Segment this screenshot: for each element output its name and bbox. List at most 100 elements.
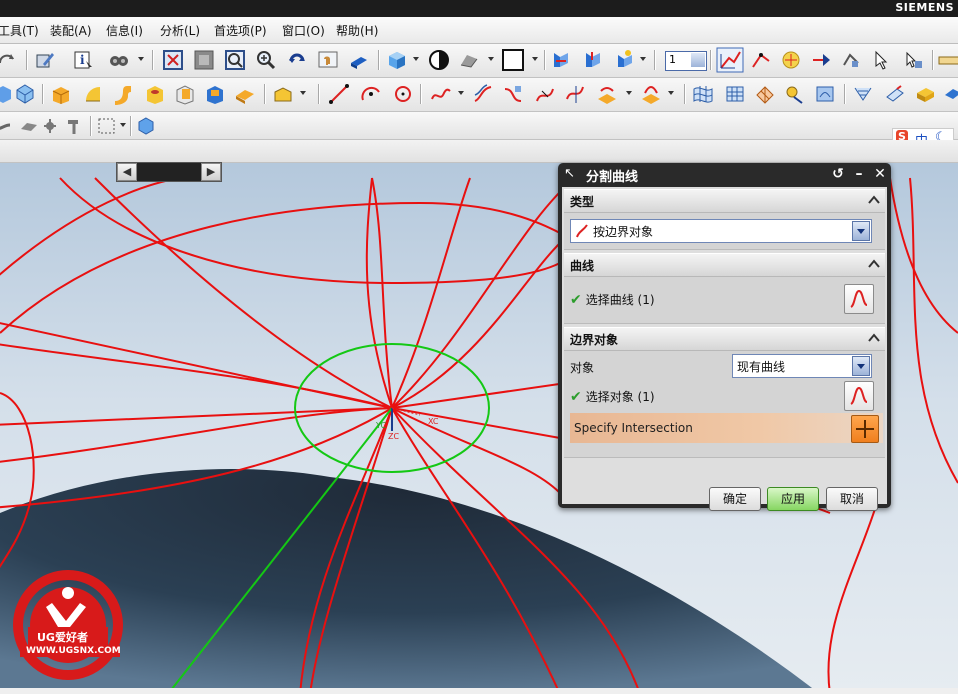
chevron-down-icon[interactable] bbox=[852, 356, 870, 376]
type-select[interactable]: 按边界对象 bbox=[570, 219, 872, 243]
view-slider[interactable]: ◀ ▶ bbox=[116, 162, 222, 182]
dropdown-arrow-icon[interactable] bbox=[488, 57, 494, 61]
close-icon[interactable]: ✕ bbox=[872, 166, 888, 182]
chevron-right-icon[interactable]: ▶ bbox=[201, 163, 221, 181]
background-icon[interactable] bbox=[428, 49, 450, 71]
menu-information[interactable]: 信息(I) bbox=[106, 22, 143, 39]
plus-icon[interactable] bbox=[851, 415, 879, 443]
chamfer-icon[interactable] bbox=[18, 115, 40, 137]
chevron-down-icon[interactable] bbox=[852, 221, 870, 241]
pocket-icon[interactable] bbox=[204, 83, 226, 105]
swept-surface-icon[interactable] bbox=[852, 83, 874, 105]
collapse-icon[interactable] bbox=[867, 193, 881, 207]
trimmed-sheet-icon[interactable] bbox=[942, 83, 958, 105]
collapse-icon[interactable] bbox=[867, 257, 881, 271]
menu-assembly[interactable]: 装配(A) bbox=[50, 22, 92, 39]
offset-curve-icon[interactable] bbox=[472, 83, 494, 105]
sweep-icon[interactable] bbox=[112, 83, 134, 105]
pan-icon[interactable] bbox=[317, 49, 339, 71]
chevron-left-icon[interactable]: ◀ bbox=[117, 163, 137, 181]
joint-icon[interactable] bbox=[40, 115, 62, 137]
section-type-header[interactable]: 类型 bbox=[564, 189, 885, 213]
reset-icon[interactable]: ↺ bbox=[830, 166, 846, 182]
grid-surface-icon[interactable] bbox=[724, 83, 746, 105]
zoom-icon[interactable] bbox=[255, 49, 277, 71]
rotate-icon[interactable] bbox=[286, 49, 308, 71]
point-on-curve-icon[interactable] bbox=[750, 49, 772, 71]
apply-button[interactable]: 应用 bbox=[767, 487, 819, 511]
revolve-icon[interactable] bbox=[82, 83, 104, 105]
section-boundary-header[interactable]: 边界对象 bbox=[564, 327, 885, 351]
dropdown-arrow-icon[interactable] bbox=[640, 57, 646, 61]
sphere-face-icon[interactable] bbox=[14, 83, 36, 105]
dropdown-arrow-icon[interactable] bbox=[626, 91, 632, 95]
minimize-icon[interactable]: – bbox=[851, 166, 867, 182]
select-object-button[interactable] bbox=[844, 381, 874, 411]
select-curve-active-icon[interactable] bbox=[716, 47, 744, 73]
dropdown-arrow-icon[interactable] bbox=[668, 91, 674, 95]
cancel-button[interactable]: 取消 bbox=[826, 487, 878, 511]
boss-icon[interactable] bbox=[174, 83, 196, 105]
shaded-block-icon[interactable] bbox=[348, 49, 370, 71]
thicken-icon[interactable] bbox=[914, 83, 936, 105]
arrow-pick-icon[interactable] bbox=[872, 49, 894, 71]
layer-select[interactable]: 1 bbox=[665, 51, 707, 71]
circle-icon[interactable] bbox=[392, 83, 414, 105]
section-view-icon[interactable] bbox=[458, 49, 480, 71]
dropdown-arrow-icon[interactable] bbox=[138, 57, 144, 61]
surface-mesh-icon[interactable] bbox=[692, 83, 714, 105]
body-filter-icon[interactable] bbox=[135, 115, 157, 137]
hammer-icon[interactable] bbox=[64, 115, 86, 137]
measure-distance-icon[interactable] bbox=[938, 49, 958, 71]
select-curve-row[interactable]: ✔ 选择曲线 (1) bbox=[570, 291, 655, 308]
ok-button[interactable]: 确定 bbox=[709, 487, 761, 511]
hole-icon[interactable] bbox=[144, 83, 166, 105]
collapse-icon[interactable] bbox=[867, 331, 881, 345]
select-object-row[interactable]: ✔ 选择对象 (1) bbox=[570, 388, 655, 405]
dialog-title-bar[interactable]: ↖ 分割曲线 ↺ – ✕ bbox=[558, 163, 891, 185]
wcs-rotate-icon[interactable] bbox=[582, 49, 604, 71]
binoculars-icon[interactable] bbox=[108, 49, 130, 71]
wcs-origin-icon[interactable] bbox=[550, 49, 572, 71]
wrap-curve-icon[interactable] bbox=[640, 83, 662, 105]
project-curve-icon[interactable] bbox=[596, 83, 618, 105]
rectangle-select-icon[interactable] bbox=[96, 115, 118, 137]
render-style-icon[interactable] bbox=[386, 49, 408, 71]
object-select[interactable]: 现有曲线 bbox=[732, 354, 872, 378]
zoom-window-icon[interactable] bbox=[224, 49, 246, 71]
menu-window[interactable]: 窗口(O) bbox=[282, 22, 325, 39]
extrude-icon[interactable] bbox=[50, 83, 72, 105]
n-sided-surface-icon[interactable] bbox=[784, 83, 806, 105]
pin-icon[interactable]: ↖ bbox=[564, 166, 575, 181]
divide-curve-icon[interactable] bbox=[534, 83, 556, 105]
menu-help[interactable]: 帮助(H) bbox=[336, 22, 378, 39]
arc-icon[interactable] bbox=[360, 83, 382, 105]
dropdown-arrow-icon[interactable] bbox=[458, 91, 464, 95]
menu-analysis[interactable]: 分析(L) bbox=[160, 22, 200, 39]
dropdown-arrow-icon[interactable] bbox=[532, 57, 538, 61]
face-blend-icon[interactable] bbox=[814, 83, 836, 105]
zoom-region-icon[interactable] bbox=[193, 49, 215, 71]
dropdown-arrow-icon[interactable] bbox=[300, 91, 306, 95]
fillet-icon[interactable] bbox=[0, 115, 16, 137]
information-icon[interactable]: i bbox=[72, 49, 94, 71]
unite-icon[interactable] bbox=[272, 83, 294, 105]
dropdown-arrow-icon[interactable] bbox=[120, 123, 126, 127]
dropdown-arrow-icon[interactable] bbox=[413, 57, 419, 61]
menu-tools[interactable]: 工具(T) bbox=[0, 22, 39, 39]
cube-icon[interactable] bbox=[0, 83, 14, 105]
section-curve-header[interactable]: 曲线 bbox=[564, 253, 885, 277]
pad-icon[interactable] bbox=[234, 83, 256, 105]
extension-icon[interactable] bbox=[884, 83, 906, 105]
wcs-dynamic-icon[interactable] bbox=[614, 49, 636, 71]
fit-view-icon[interactable] bbox=[162, 49, 184, 71]
specify-intersection-row[interactable]: Specify Intersection bbox=[570, 413, 883, 443]
select-curve-button[interactable] bbox=[844, 284, 874, 314]
redo-icon[interactable] bbox=[0, 49, 18, 71]
midpoint-icon[interactable] bbox=[840, 49, 862, 71]
snap-point-icon[interactable] bbox=[780, 49, 802, 71]
menu-preferences[interactable]: 首选项(P) bbox=[214, 22, 267, 39]
color-swatch-icon[interactable] bbox=[502, 49, 524, 71]
trim-curve-icon[interactable] bbox=[564, 83, 586, 105]
line-icon[interactable] bbox=[328, 83, 350, 105]
